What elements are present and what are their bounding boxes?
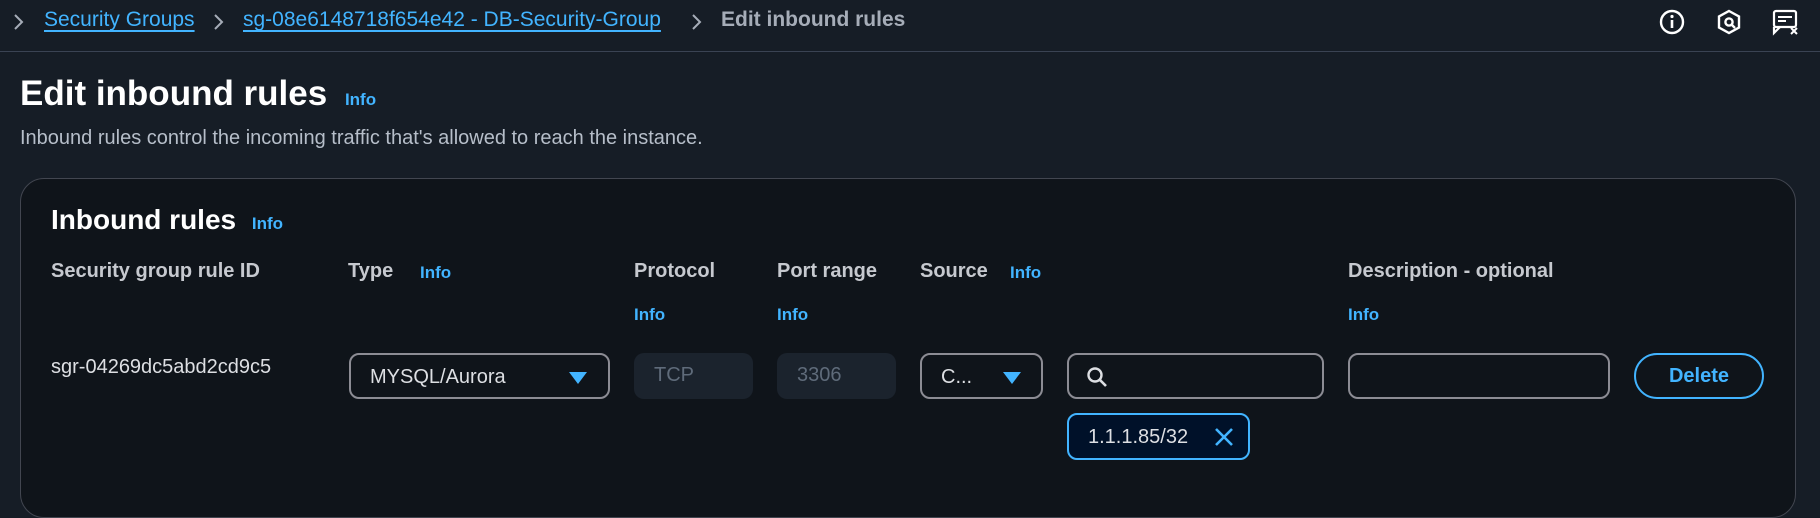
info-circle-icon[interactable] [1658,8,1686,36]
col-header-rule-id: Security group rule ID [51,260,260,282]
page-description: Inbound rules control the incoming traff… [20,127,703,149]
port-range-info-link[interactable]: Info [777,305,808,325]
top-bar: Security Groups sg-08e6148718f654e42 - D… [0,0,1820,52]
rule-id-value: sgr-04269dc5abd2cd9c5 [51,356,272,378]
breadcrumb-current: Edit inbound rules [721,8,906,31]
breadcrumb-security-group[interactable]: sg-08e6148718f654e42 - DB-Security-Group [243,8,661,32]
panel-title: Inbound rules Info [51,204,283,236]
source-info-link[interactable]: Info [1010,263,1041,283]
caret-down-icon [569,372,587,384]
port-range-field: 3306 [777,353,896,399]
description-info-link[interactable]: Info [1348,305,1379,325]
description-input[interactable] [1348,353,1610,399]
col-header-type: Type [348,260,394,282]
type-info-link[interactable]: Info [420,263,451,283]
panel-title-text: Inbound rules [51,204,237,235]
source-search-input[interactable] [1067,353,1324,399]
feedback-icon[interactable] [1771,8,1799,36]
page-title: Edit inbound rules Info [20,74,376,114]
close-icon[interactable] [1212,425,1236,449]
col-header-description: Description - optional [1348,260,1554,282]
source-token-value: 1.1.1.85/32 [1088,426,1189,448]
inbound-rules-panel [20,178,1796,518]
chevron-right-icon [214,14,224,30]
col-header-port-range: Port range [777,260,878,282]
col-header-source: Source [920,260,988,282]
settings-hex-icon[interactable] [1715,8,1743,36]
search-icon [1087,367,1107,387]
breadcrumb-security-groups[interactable]: Security Groups [44,8,195,32]
chevron-right-icon [14,14,24,30]
protocol-info-link[interactable]: Info [634,305,665,325]
col-header-protocol: Protocol [634,260,716,282]
protocol-value: TCP [654,364,694,386]
type-select-value: MYSQL/Aurora [370,366,506,388]
delete-button[interactable]: Delete [1634,353,1764,399]
port-range-value: 3306 [797,364,842,386]
chevron-right-icon [692,14,702,30]
source-type-select[interactable]: C... [920,353,1043,399]
caret-down-icon [1003,372,1021,384]
panel-info-link[interactable]: Info [252,214,283,233]
page-title-text: Edit inbound rules [20,74,328,113]
source-type-value: C... [941,366,973,388]
page-title-info-link[interactable]: Info [345,90,376,109]
protocol-field: TCP [634,353,753,399]
type-select[interactable]: MYSQL/Aurora [349,353,610,399]
source-token: 1.1.1.85/32 [1067,413,1250,460]
